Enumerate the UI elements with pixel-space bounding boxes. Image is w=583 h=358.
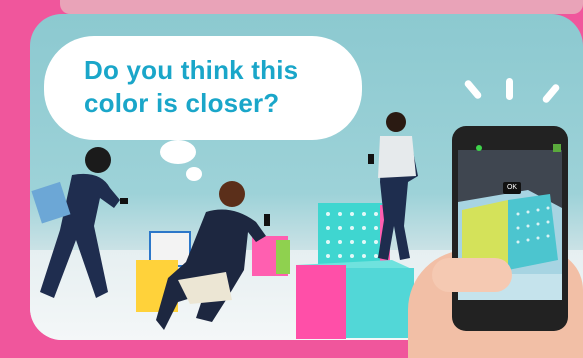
thumb: [432, 258, 512, 292]
person-left: [31, 147, 128, 298]
menu-icon[interactable]: [553, 144, 561, 152]
status-indicator: [476, 145, 482, 151]
ok-button[interactable]: OK: [503, 182, 521, 194]
ray-2: [506, 78, 513, 100]
